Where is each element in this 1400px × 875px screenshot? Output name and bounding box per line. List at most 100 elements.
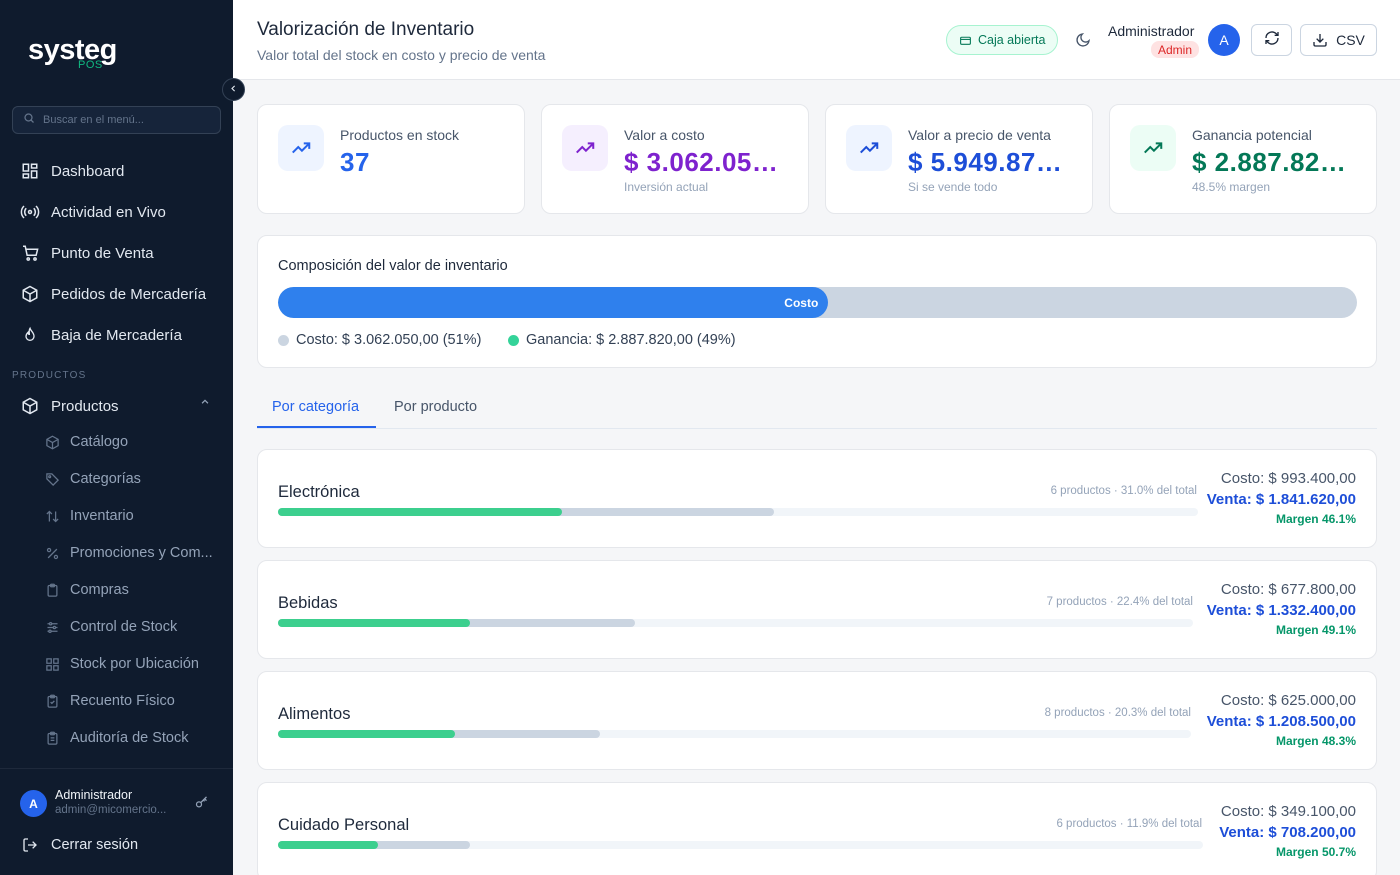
page-title: Valorización de Inventario <box>257 19 475 40</box>
category-name: Electrónica <box>278 483 360 501</box>
cart-icon <box>20 243 40 263</box>
key-icon[interactable] <box>194 795 209 815</box>
user-name: Administrador <box>55 788 133 802</box>
menu-search-input[interactable] <box>43 114 203 126</box>
category-margen: Margen 50.7% <box>1275 845 1356 859</box>
chevron-left-icon <box>229 84 238 96</box>
sidebar-subitem-catalogo[interactable]: Catálogo <box>44 431 128 453</box>
trending-up-icon <box>562 125 608 171</box>
tab-por-categoria[interactable]: Por categoría <box>272 399 359 415</box>
csv-label: CSV <box>1336 32 1365 48</box>
stat-note: Si se vende todo <box>908 180 998 194</box>
composition-bar-costo: Costo <box>278 287 829 318</box>
refresh-icon <box>1264 30 1280 51</box>
category-costo: Costo: $ 677.800,00 <box>1220 581 1356 598</box>
sidebar-item-dashboard[interactable]: Dashboard <box>20 160 124 182</box>
page-subtitle: Valor total del stock en costo y precio … <box>257 47 546 63</box>
logo[interactable]: systeg <box>28 34 117 67</box>
stat-label: Ganancia potencial <box>1192 127 1312 143</box>
category-card[interactable]: Bebidas 7 productos · 22.4% del total Co… <box>257 560 1377 659</box>
clipboard-list-icon <box>44 730 60 746</box>
sidebar-subitem-inventario[interactable]: Inventario <box>44 505 134 527</box>
sidebar-subitem-label: Auditoría de Stock <box>70 730 189 746</box>
legend-costo: Costo: $ 3.062.050,00 (51%) <box>278 332 481 348</box>
collapse-sidebar-button[interactable] <box>222 78 245 101</box>
tab-por-producto[interactable]: Por producto <box>394 399 477 415</box>
sidebar-subitem-label: Compras <box>70 582 129 598</box>
sidebar-item-productos[interactable]: Productos <box>20 395 119 417</box>
category-card[interactable]: Electrónica 6 productos · 31.0% del tota… <box>257 449 1377 548</box>
sliders-icon <box>44 619 60 635</box>
sidebar-subitem-label: Recuento Físico <box>70 693 175 709</box>
sidebar-subitem-control-stock[interactable]: Control de Stock <box>44 616 177 638</box>
broadcast-icon <box>20 202 40 222</box>
stat-value: 37 <box>340 147 370 177</box>
sidebar-item-punto-de-venta[interactable]: Punto de Venta <box>20 242 154 264</box>
trending-up-icon <box>846 125 892 171</box>
category-name: Bebidas <box>278 594 338 612</box>
moon-icon[interactable] <box>1075 32 1091 53</box>
legend-dot-ganancia <box>508 334 519 346</box>
category-meta: 7 productos · 22.4% del total <box>1046 596 1193 608</box>
stat-note: Inversión actual <box>624 180 709 194</box>
category-card[interactable]: Cuidado Personal 6 productos · 11.9% del… <box>257 782 1377 875</box>
trending-up-icon <box>1130 125 1176 171</box>
stat-value: $ 2.887.820,00 <box>1192 147 1354 177</box>
sidebar-subitem-recuento[interactable]: Recuento Físico <box>44 690 175 712</box>
grid-icon <box>20 161 40 181</box>
register-icon <box>959 34 972 47</box>
package-icon <box>20 284 40 304</box>
stat-card-ganancia: Ganancia potencial $ 2.887.820,00 48.5% … <box>1109 104 1377 214</box>
avatar[interactable]: A <box>20 790 47 817</box>
legend-ganancia: Ganancia: $ 2.887.820,00 (49%) <box>508 332 736 348</box>
trending-up-icon <box>278 125 324 171</box>
export-csv-button[interactable]: CSV <box>1300 24 1377 56</box>
sidebar-subitem-stock-ubicacion[interactable]: Stock por Ubicación <box>44 653 199 675</box>
grid-icon <box>44 656 60 672</box>
sidebar-subitem-promociones[interactable]: Promociones y Com... <box>44 542 213 564</box>
stat-card-costo: Valor a costo $ 3.062.050,00 Inversión a… <box>541 104 809 214</box>
arrows-updown-icon <box>44 508 60 524</box>
logout-icon <box>22 837 38 853</box>
stat-card-venta: Valor a precio de venta $ 5.949.870,00 S… <box>825 104 1093 214</box>
sidebar-item-pedidos[interactable]: Pedidos de Mercadería <box>20 283 206 305</box>
category-meta: 8 productos · 20.3% del total <box>1044 707 1191 719</box>
category-bar-costo <box>278 841 379 849</box>
sidebar-item-label: Pedidos de Mercadería <box>51 285 207 303</box>
category-costo: Costo: $ 625.000,00 <box>1220 692 1356 709</box>
sidebar-subitem-label: Control de Stock <box>70 619 178 635</box>
avatar[interactable]: A <box>1208 24 1240 56</box>
composition-bar: Costo <box>278 287 1357 318</box>
category-name: Alimentos <box>278 705 351 723</box>
search-icon <box>23 111 35 129</box>
stat-card-productos: Productos en stock 37 <box>257 104 525 214</box>
category-margen: Margen 46.1% <box>1275 512 1356 526</box>
sidebar: systeg POS Dashboard Actividad en Vivo P… <box>0 0 233 875</box>
sidebar-subitem-label: Catálogo <box>70 434 129 450</box>
sidebar-item-baja[interactable]: Baja de Mercadería <box>20 324 182 346</box>
menu-search[interactable] <box>12 106 221 134</box>
flame-icon <box>20 325 40 345</box>
chevron-up-icon[interactable] <box>200 397 210 410</box>
composition-card: Composición del valor de inventario Cost… <box>257 235 1377 368</box>
stat-label: Productos en stock <box>340 127 460 143</box>
refresh-button[interactable] <box>1251 24 1292 56</box>
caja-label: Caja abierta <box>978 33 1046 47</box>
sidebar-footer <box>0 768 233 875</box>
sidebar-subitem-auditoria[interactable]: Auditoría de Stock <box>44 727 189 749</box>
section-label-productos: PRODUCTOS <box>12 370 87 381</box>
stat-label: Valor a precio de venta <box>908 127 1051 143</box>
sidebar-item-actividad[interactable]: Actividad en Vivo <box>20 201 166 223</box>
sidebar-subitem-categorias[interactable]: Categorías <box>44 468 141 490</box>
logout-button[interactable]: Cerrar sesión <box>22 837 138 853</box>
box-icon <box>44 434 60 450</box>
category-bar-costo <box>278 730 455 738</box>
sidebar-subitem-compras[interactable]: Compras <box>44 579 129 601</box>
download-icon <box>1312 32 1328 48</box>
category-margen: Margen 48.3% <box>1275 734 1356 748</box>
caja-status-badge[interactable]: Caja abierta <box>946 25 1059 55</box>
clipboard-check-icon <box>44 693 60 709</box>
stat-label: Valor a costo <box>624 127 705 143</box>
legend-costo-label: Costo: $ 3.062.050,00 (51%) <box>296 332 482 348</box>
category-card[interactable]: Alimentos 8 productos · 20.3% del total … <box>257 671 1377 770</box>
